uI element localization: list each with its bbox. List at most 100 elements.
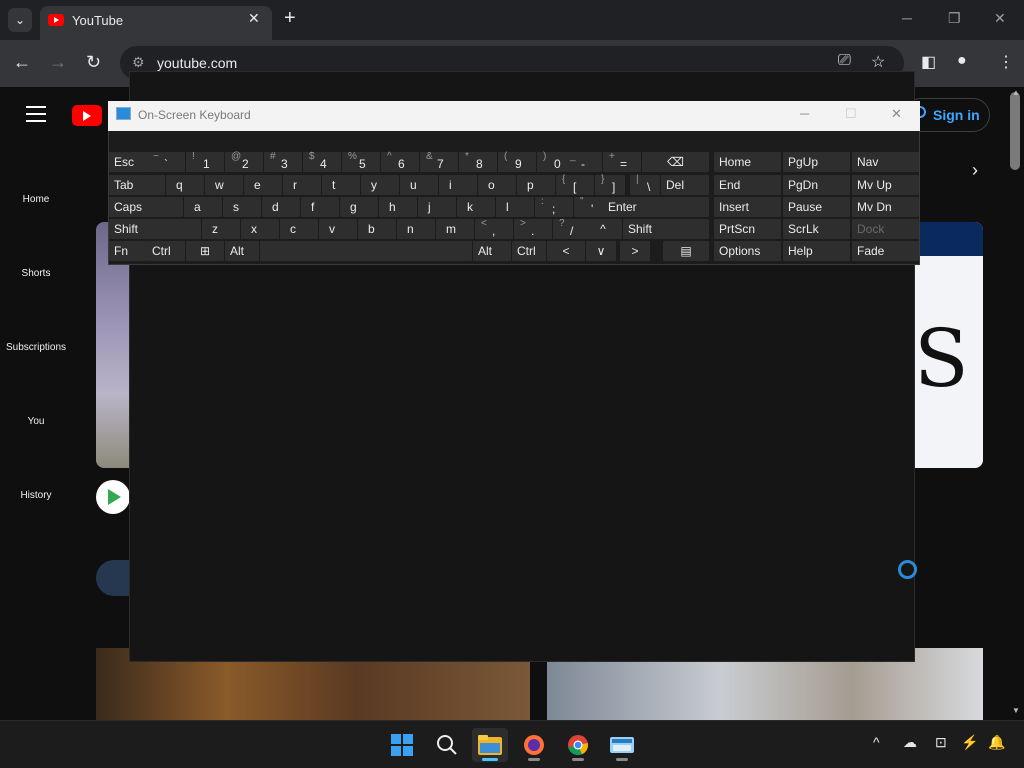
osk-key-nav[interactable]: Nav bbox=[852, 152, 919, 172]
osk-key-key-3-8[interactable]: <, bbox=[475, 218, 513, 239]
sidebar-item-shorts[interactable]: Shorts bbox=[0, 268, 72, 279]
osk-key-key-3-11[interactable]: ^ bbox=[584, 219, 622, 239]
osk-key-o[interactable]: o bbox=[478, 175, 516, 195]
osk-key-key-3-9[interactable]: >. bbox=[514, 218, 552, 239]
osk-key-key-1-11[interactable]: {[ bbox=[556, 174, 594, 195]
minimize-button[interactable]: ─ bbox=[902, 10, 912, 26]
firefox-icon[interactable] bbox=[516, 728, 552, 762]
menu-kebab-icon[interactable]: ⋮ bbox=[998, 52, 1014, 72]
osk-key-e[interactable]: e bbox=[244, 175, 282, 195]
osk-key-key-4-7[interactable]: < bbox=[547, 241, 585, 261]
sidebar-item-home[interactable]: Home bbox=[0, 194, 72, 205]
osk-key-key-0-13[interactable]: + = bbox=[603, 151, 641, 172]
osk-key-alt[interactable]: Alt bbox=[225, 241, 259, 261]
osk-key-ctrl[interactable]: Ctrl bbox=[512, 241, 546, 261]
osk-key-x[interactable]: x bbox=[241, 219, 279, 239]
osk-key-c[interactable]: c bbox=[280, 219, 318, 239]
osk-key-a[interactable]: a bbox=[184, 197, 222, 217]
osk-key-esc[interactable]: Esc bbox=[109, 152, 147, 172]
osk-key-help[interactable]: Help bbox=[783, 241, 850, 261]
scrollbar-thumb[interactable] bbox=[1010, 92, 1020, 170]
osk-key-w[interactable]: w bbox=[205, 175, 243, 195]
close-window-button[interactable]: ✕ bbox=[994, 10, 1006, 27]
osk-key-ctrl[interactable]: Ctrl bbox=[147, 241, 185, 261]
sidebar-item-history[interactable]: History bbox=[0, 490, 72, 501]
url-text[interactable]: youtube.com bbox=[157, 55, 237, 71]
osk-key-m[interactable]: m bbox=[436, 219, 474, 239]
osk-key-k[interactable]: k bbox=[457, 197, 495, 217]
bookmark-star-icon[interactable]: ☆ bbox=[871, 52, 885, 72]
osk-key-dock[interactable]: Dock bbox=[852, 219, 919, 239]
osk-key-6[interactable]: ^ 6 bbox=[381, 151, 419, 172]
on-screen-keyboard-taskbar-icon[interactable] bbox=[604, 728, 640, 762]
osk-key-1[interactable]: ! 1 bbox=[186, 151, 224, 172]
osk-key-key-0-12[interactable]: _ - bbox=[564, 151, 602, 172]
search-icon[interactable] bbox=[429, 728, 465, 762]
osk-key-key-0-1[interactable]: ~ ` bbox=[147, 151, 185, 172]
osk-key-space[interactable] bbox=[260, 241, 472, 261]
osk-key-8[interactable]: * 8 bbox=[459, 151, 497, 172]
osk-key-pgdn[interactable]: PgDn bbox=[783, 175, 850, 195]
osk-key-key-4-9[interactable]: > bbox=[620, 241, 650, 261]
osk-key-alt[interactable]: Alt bbox=[473, 241, 511, 261]
osk-key-key-4-2[interactable]: ⊞ bbox=[186, 241, 224, 261]
osk-key-i[interactable]: i bbox=[439, 175, 477, 195]
chip-button[interactable] bbox=[96, 560, 130, 596]
osk-key-v[interactable]: v bbox=[319, 219, 357, 239]
hamburger-menu-icon[interactable] bbox=[26, 106, 46, 122]
osk-key-p[interactable]: p bbox=[517, 175, 555, 195]
osk-key-y[interactable]: y bbox=[361, 175, 399, 195]
restore-button[interactable]: ❐ bbox=[948, 10, 961, 27]
osk-key-pause[interactable]: Pause bbox=[783, 197, 850, 217]
osk-key-pgup[interactable]: PgUp bbox=[783, 152, 850, 172]
tray-overflow-chevron-icon[interactable]: ^ bbox=[873, 734, 880, 750]
osk-key-mv-up[interactable]: Mv Up bbox=[852, 175, 919, 195]
install-app-icon[interactable]: ⎚ bbox=[838, 52, 851, 70]
chevron-right-icon[interactable]: › bbox=[972, 160, 978, 181]
osk-key-l[interactable]: l bbox=[496, 197, 534, 217]
osk-key-prtscn[interactable]: PrtScn bbox=[714, 219, 781, 239]
new-tab-button[interactable]: + bbox=[284, 8, 296, 28]
onedrive-cloud-icon[interactable]: ☁ bbox=[903, 734, 917, 751]
osk-key-n[interactable]: n bbox=[397, 219, 435, 239]
battery-power-icon[interactable]: ⚡ bbox=[961, 734, 978, 751]
osk-key-7[interactable]: & 7 bbox=[420, 151, 458, 172]
video-thumbnail[interactable]: S bbox=[914, 222, 983, 468]
osk-key-key-2-10[interactable]: :; bbox=[535, 196, 573, 217]
chrome-icon[interactable] bbox=[560, 728, 596, 762]
osk-key-fade[interactable]: Fade bbox=[852, 241, 919, 261]
osk-key-end[interactable]: End bbox=[714, 175, 781, 195]
osk-key-key-2-11[interactable]: " ' bbox=[574, 196, 604, 217]
youtube-logo[interactable] bbox=[72, 105, 102, 126]
osk-key-d[interactable]: d bbox=[262, 197, 300, 217]
osk-key-shift[interactable]: Shift bbox=[109, 219, 201, 239]
osk-key-j[interactable]: j bbox=[418, 197, 456, 217]
osk-key-r[interactable]: r bbox=[283, 175, 321, 195]
scroll-up-arrow-icon[interactable]: ▲ bbox=[1012, 88, 1020, 97]
osk-key-f[interactable]: f bbox=[301, 197, 339, 217]
osk-key-key-1-12[interactable]: }] bbox=[595, 174, 625, 195]
osk-key-2[interactable]: @2 bbox=[225, 151, 263, 172]
osk-key-key-4-8[interactable]: ∨ bbox=[586, 241, 616, 261]
sidebar-item-subscriptions[interactable]: Subscriptions bbox=[0, 342, 72, 353]
osk-key-5[interactable]: % 5 bbox=[342, 151, 380, 172]
osk-key-key-0-14[interactable]: ⌫ bbox=[642, 152, 709, 172]
osk-key-z[interactable]: z bbox=[202, 219, 240, 239]
osk-key-g[interactable]: g bbox=[340, 197, 378, 217]
osk-key-key-1-13[interactable]: | \ bbox=[630, 174, 660, 195]
display-icon[interactable]: ⊡ bbox=[935, 734, 947, 751]
osk-key-b[interactable]: b bbox=[358, 219, 396, 239]
osk-maximize-button[interactable]: ☐ bbox=[845, 106, 857, 122]
osk-key-insert[interactable]: Insert bbox=[714, 197, 781, 217]
file-explorer-icon[interactable] bbox=[472, 728, 508, 762]
osk-key-h[interactable]: h bbox=[379, 197, 417, 217]
osk-key-q[interactable]: q bbox=[166, 175, 204, 195]
osk-key-home[interactable]: Home bbox=[714, 152, 781, 172]
sidebar-item-you[interactable]: You bbox=[0, 416, 72, 427]
back-arrow-icon[interactable]: ← bbox=[13, 52, 31, 72]
reload-icon[interactable]: ↻ bbox=[86, 52, 101, 72]
osk-key-key-4-10[interactable]: ▤ bbox=[663, 241, 709, 261]
osk-key-enter[interactable]: Enter bbox=[603, 197, 709, 217]
osk-key-scrlk[interactable]: ScrLk bbox=[783, 219, 850, 239]
site-info-icon[interactable]: ⚙ bbox=[132, 54, 145, 71]
